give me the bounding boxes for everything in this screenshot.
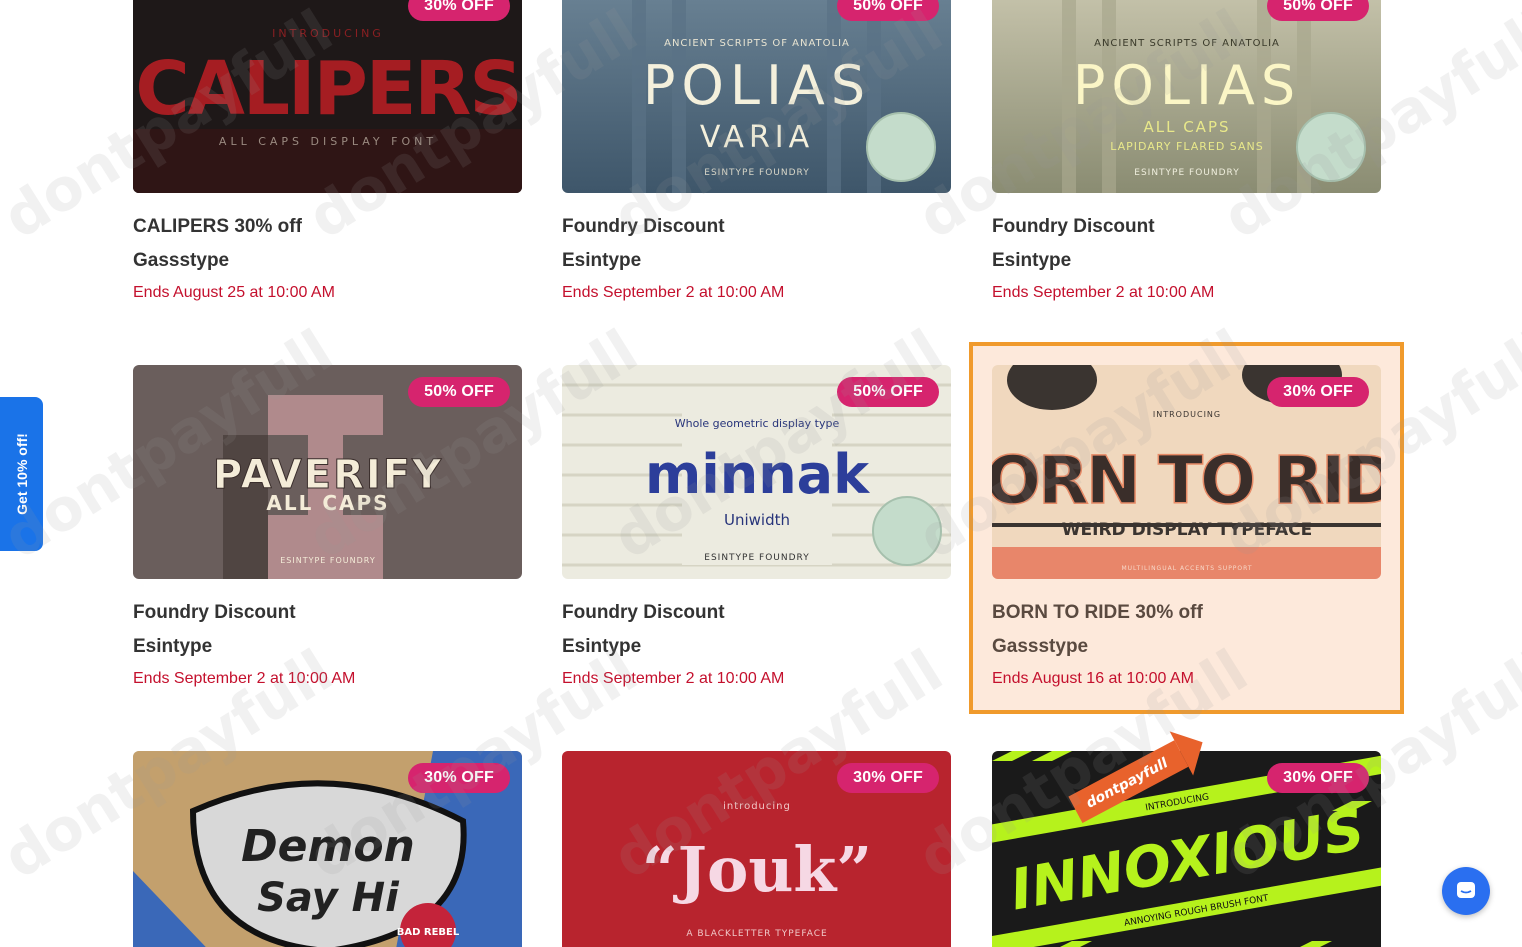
expiry-text: Ends August 16 at 10:00 AM: [992, 670, 1194, 687]
coupon-title[interactable]: Foundry Discount: [992, 215, 1381, 239]
store-name[interactable]: Esintype: [562, 249, 951, 273]
polias-allcaps-artwork: ANCIENT SCRIPTS OF ANATOLIA POLIAS ALL C…: [992, 0, 1381, 193]
svg-text:MULTILINGUAL ACCENTS SUPPORT: MULTILINGUAL ACCENTS SUPPORT: [1121, 565, 1252, 572]
coupon-thumbnail[interactable]: INTRODUCING BORN TO RIDE WEIRD DISPLAY T…: [992, 365, 1381, 579]
coupon-card[interactable]: PAVERIFY ALL CAPS ESINTYPE FOUNDRY 50% O…: [133, 365, 522, 689]
store-name[interactable]: Gassstype: [992, 635, 1381, 659]
svg-text:LAPIDARY FLARED SANS: LAPIDARY FLARED SANS: [1110, 140, 1263, 153]
svg-text:“Jouk”: “Jouk”: [642, 833, 872, 906]
coupon-thumbnail[interactable]: introducing “Jouk” A BLACKLETTER TYPEFAC…: [562, 751, 951, 947]
discount-badge: 50% OFF: [837, 0, 939, 21]
coupon-card[interactable]: Whole geometric display type minnak Uniw…: [562, 365, 951, 689]
svg-text:BAD REBEL: BAD REBEL: [397, 927, 460, 938]
coupon-thumbnail[interactable]: INTRODUCING CALIPERS ALL CAPS DISPLAY FO…: [133, 0, 522, 193]
coupon-card[interactable]: ANCIENT SCRIPTS OF ANATOLIA POLIAS ALL C…: [992, 0, 1381, 303]
coupon-title[interactable]: Foundry Discount: [562, 215, 951, 239]
expiry-text: Ends August 25 at 10:00 AM: [133, 284, 335, 301]
svg-text:introducing: introducing: [723, 801, 791, 812]
svg-text:ALL CAPS: ALL CAPS: [1143, 118, 1230, 136]
expiry-text: Ends September 2 at 10:00 AM: [562, 284, 785, 301]
svg-text:Demon: Demon: [241, 821, 415, 872]
svg-text:ALL CAPS: ALL CAPS: [266, 491, 389, 515]
discount-badge: 30% OFF: [1267, 377, 1369, 407]
svg-text:POLIAS: POLIAS: [1073, 54, 1301, 117]
expiry-text: Ends September 2 at 10:00 AM: [992, 284, 1215, 301]
svg-text:A BLACKLETTER TYPEFACE: A BLACKLETTER TYPEFACE: [686, 929, 827, 939]
coupon-card[interactable]: introducing “Jouk” A BLACKLETTER TYPEFAC…: [562, 751, 951, 947]
svg-text:INTRODUCING: INTRODUCING: [1153, 410, 1221, 419]
discount-badge: 50% OFF: [1267, 0, 1369, 21]
svg-text:Uniwidth: Uniwidth: [724, 511, 790, 529]
coupon-card-highlighted[interactable]: INTRODUCING BORN TO RIDE WEIRD DISPLAY T…: [992, 365, 1381, 689]
coupon-thumbnail[interactable]: ANCIENT SCRIPTS OF ANATOLIA POLIAS ALL C…: [992, 0, 1381, 193]
discount-badge: 30% OFF: [1267, 763, 1369, 793]
coupon-card[interactable]: INTRODUCING CALIPERS ALL CAPS DISPLAY FO…: [133, 0, 522, 303]
store-name[interactable]: Esintype: [562, 635, 951, 659]
svg-text:minnak: minnak: [645, 443, 870, 506]
discount-badge: 50% OFF: [408, 377, 510, 407]
svg-text:ANCIENT SCRIPTS OF ANATOLIA: ANCIENT SCRIPTS OF ANATOLIA: [1094, 38, 1280, 49]
coupon-title[interactable]: BORN TO RIDE 30% off: [992, 601, 1381, 625]
svg-text:ESINTYPE FOUNDRY: ESINTYPE FOUNDRY: [704, 168, 809, 178]
svg-text:VARIA: VARIA: [700, 120, 814, 155]
coupon-thumbnail[interactable]: Whole geometric display type minnak Uniw…: [562, 365, 951, 579]
svg-text:CALIPERS: CALIPERS: [135, 46, 520, 132]
coupon-title[interactable]: Foundry Discount: [133, 601, 522, 625]
svg-text:BORN TO RIDE: BORN TO RIDE: [992, 442, 1381, 519]
svg-text:Whole geometric display type: Whole geometric display type: [675, 417, 840, 430]
svg-text:WEIRD DISPLAY TYPEFACE: WEIRD DISPLAY TYPEFACE: [1062, 520, 1312, 540]
chat-button[interactable]: [1442, 867, 1490, 915]
discount-badge: 50% OFF: [837, 377, 939, 407]
svg-text:ESINTYPE FOUNDRY: ESINTYPE FOUNDRY: [280, 556, 376, 565]
svg-text:ALL CAPS DISPLAY FONT: ALL CAPS DISPLAY FONT: [219, 135, 437, 148]
store-name[interactable]: Gassstype: [133, 249, 522, 273]
svg-text:ESINTYPE FOUNDRY: ESINTYPE FOUNDRY: [704, 553, 809, 563]
svg-text:ANCIENT SCRIPTS OF ANATOLIA: ANCIENT SCRIPTS OF ANATOLIA: [664, 38, 850, 49]
coupon-thumbnail[interactable]: PAVERIFY ALL CAPS ESINTYPE FOUNDRY 50% O…: [133, 365, 522, 579]
polias-varia-artwork: ANCIENT SCRIPTS OF ANATOLIA POLIAS VARIA…: [562, 0, 951, 193]
coupon-thumbnail[interactable]: ANCIENT SCRIPTS OF ANATOLIA POLIAS VARIA…: [562, 0, 951, 193]
expiry-text: Ends September 2 at 10:00 AM: [562, 670, 785, 687]
store-name[interactable]: Esintype: [992, 249, 1381, 273]
calipers-artwork: INTRODUCING CALIPERS ALL CAPS DISPLAY FO…: [133, 0, 522, 193]
chat-icon: [1457, 882, 1475, 898]
svg-text:INTRODUCING: INTRODUCING: [272, 27, 384, 40]
side-tab-label: Get 10% off!: [13, 433, 30, 515]
svg-text:ESINTYPE FOUNDRY: ESINTYPE FOUNDRY: [1134, 168, 1239, 178]
coupon-thumbnail[interactable]: Demon Say Hi BAD REBEL 30% OFF: [133, 751, 522, 947]
store-name[interactable]: Esintype: [133, 635, 522, 659]
coupon-title[interactable]: CALIPERS 30% off: [133, 215, 522, 239]
get-discount-side-tab[interactable]: Get 10% off!: [0, 397, 43, 551]
coupon-card[interactable]: ANCIENT SCRIPTS OF ANATOLIA POLIAS VARIA…: [562, 0, 951, 303]
discount-badge: 30% OFF: [408, 763, 510, 793]
discount-badge: 30% OFF: [408, 0, 510, 21]
svg-text:Say Hi: Say Hi: [257, 875, 400, 921]
discount-badge: 30% OFF: [837, 763, 939, 793]
coupon-card[interactable]: Demon Say Hi BAD REBEL 30% OFF: [133, 751, 522, 947]
dontpayfull-ribbon-arrow: dontpayfull: [1068, 731, 1203, 824]
svg-text:POLIAS: POLIAS: [643, 54, 871, 117]
coupon-title[interactable]: Foundry Discount: [562, 601, 951, 625]
expiry-text: Ends September 2 at 10:00 AM: [133, 670, 356, 687]
